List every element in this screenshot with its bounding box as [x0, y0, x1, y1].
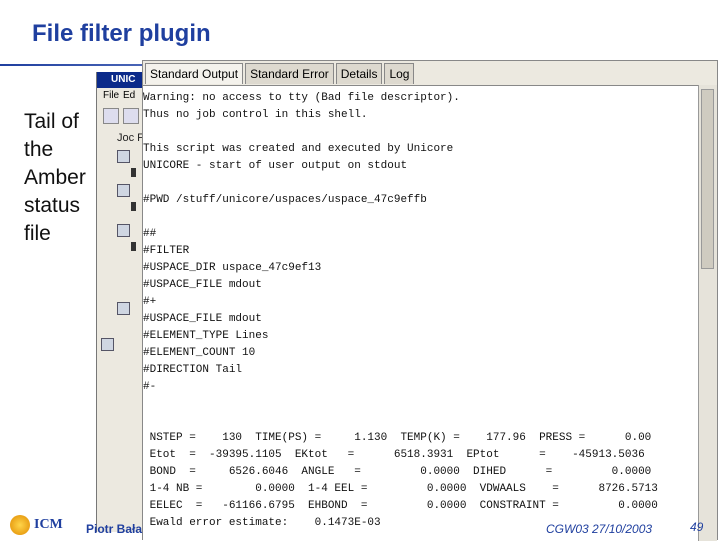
footer-logo: ICM: [10, 515, 63, 535]
output-line: Warning: no access to tty (Bad file desc…: [143, 92, 460, 104]
output-line: #DIRECTION Tail: [143, 364, 243, 376]
tree-bar-icon: [131, 202, 136, 211]
output-text-area[interactable]: Warning: no access to tty (Bad file desc…: [143, 85, 699, 542]
vertical-scrollbar[interactable]: [698, 85, 717, 541]
output-line: This script was created and executed by …: [143, 143, 454, 155]
output-line: #USPACE_FILE mdout: [143, 279, 262, 291]
output-line: #-: [143, 381, 157, 393]
logo-text: ICM: [34, 517, 63, 532]
tree-node-icon[interactable]: [117, 302, 130, 315]
output-dialog: Standard Output Standard Error Details L…: [142, 60, 718, 542]
window-titlebar: UNIC: [97, 72, 145, 88]
search-icon[interactable]: [123, 108, 139, 124]
output-line: #+: [143, 296, 157, 308]
output-line: #USPACE_DIR uspace_47c9ef13: [143, 262, 322, 274]
tree-node-icon[interactable]: [117, 184, 130, 197]
output-line: BOND = 6526.6046 ANGLE = 0.0000 DIHED = …: [143, 466, 652, 478]
slide-title: File filter plugin: [32, 20, 211, 47]
output-line: #FILTER: [143, 245, 190, 257]
output-line: ##: [143, 228, 157, 240]
bullet-line: Tail of: [24, 110, 79, 133]
bullet-line: file: [24, 222, 51, 245]
footer-author: Piotr Bała: [86, 522, 143, 536]
tree-node-icon[interactable]: [101, 338, 114, 351]
bullet-line: the: [24, 138, 54, 161]
output-line: UNICORE - start of user output on stdout: [143, 160, 408, 172]
menu-edit[interactable]: Ed: [123, 90, 135, 101]
output-line: 1-4 NB = 0.0000 1-4 EEL = 0.0000 VDWAALS…: [143, 483, 658, 495]
tab-log[interactable]: Log: [384, 63, 415, 84]
tab-standard-error[interactable]: Standard Error: [245, 63, 334, 84]
output-line: #ELEMENT_TYPE Lines: [143, 330, 269, 342]
tree-bar-icon: [131, 168, 136, 177]
output-line: EELEC = -61166.6795 EHBOND = 0.0000 CONS…: [143, 500, 658, 512]
output-line: Etot = -39395.1105 EKtot = 6518.3931 EPt…: [143, 449, 645, 461]
tree-node-icon[interactable]: [117, 224, 130, 237]
tree-node-label[interactable]: Joc F: [117, 132, 144, 144]
scrollbar-thumb[interactable]: [701, 89, 714, 269]
page-number: 49: [690, 520, 704, 534]
output-line: NSTEP = 130 TIME(PS) = 1.130 TEMP(K) = 1…: [143, 432, 652, 444]
output-line: Thus no job control in this shell.: [143, 109, 368, 121]
bullet-text: Tail of the Amber status file: [24, 108, 104, 248]
background-window: UNIC File Ed Joc F: [96, 72, 145, 532]
tree-node-icon[interactable]: [117, 150, 130, 163]
tab-bar: Standard Output Standard Error Details L…: [145, 63, 416, 85]
output-line: #USPACE_FILE mdout: [143, 313, 262, 325]
tab-standard-output[interactable]: Standard Output: [145, 63, 244, 84]
toolbar-icon[interactable]: [103, 108, 119, 124]
tab-details[interactable]: Details: [335, 63, 383, 84]
bullet-line: status: [24, 194, 81, 217]
sun-logo-icon: [10, 515, 30, 535]
footer-event: CGW03 27/10/2003: [546, 522, 653, 536]
bullet-line: Amber: [24, 166, 86, 189]
tree-bar-icon: [131, 242, 136, 251]
output-lines: Warning: no access to tty (Bad file desc…: [143, 90, 658, 532]
menu-file[interactable]: File: [103, 90, 119, 101]
window-title: UNIC: [111, 74, 136, 85]
output-line: #ELEMENT_COUNT 10: [143, 347, 256, 359]
output-line: #PWD /stuff/unicore/uspaces/uspace_47c9e…: [143, 194, 427, 206]
